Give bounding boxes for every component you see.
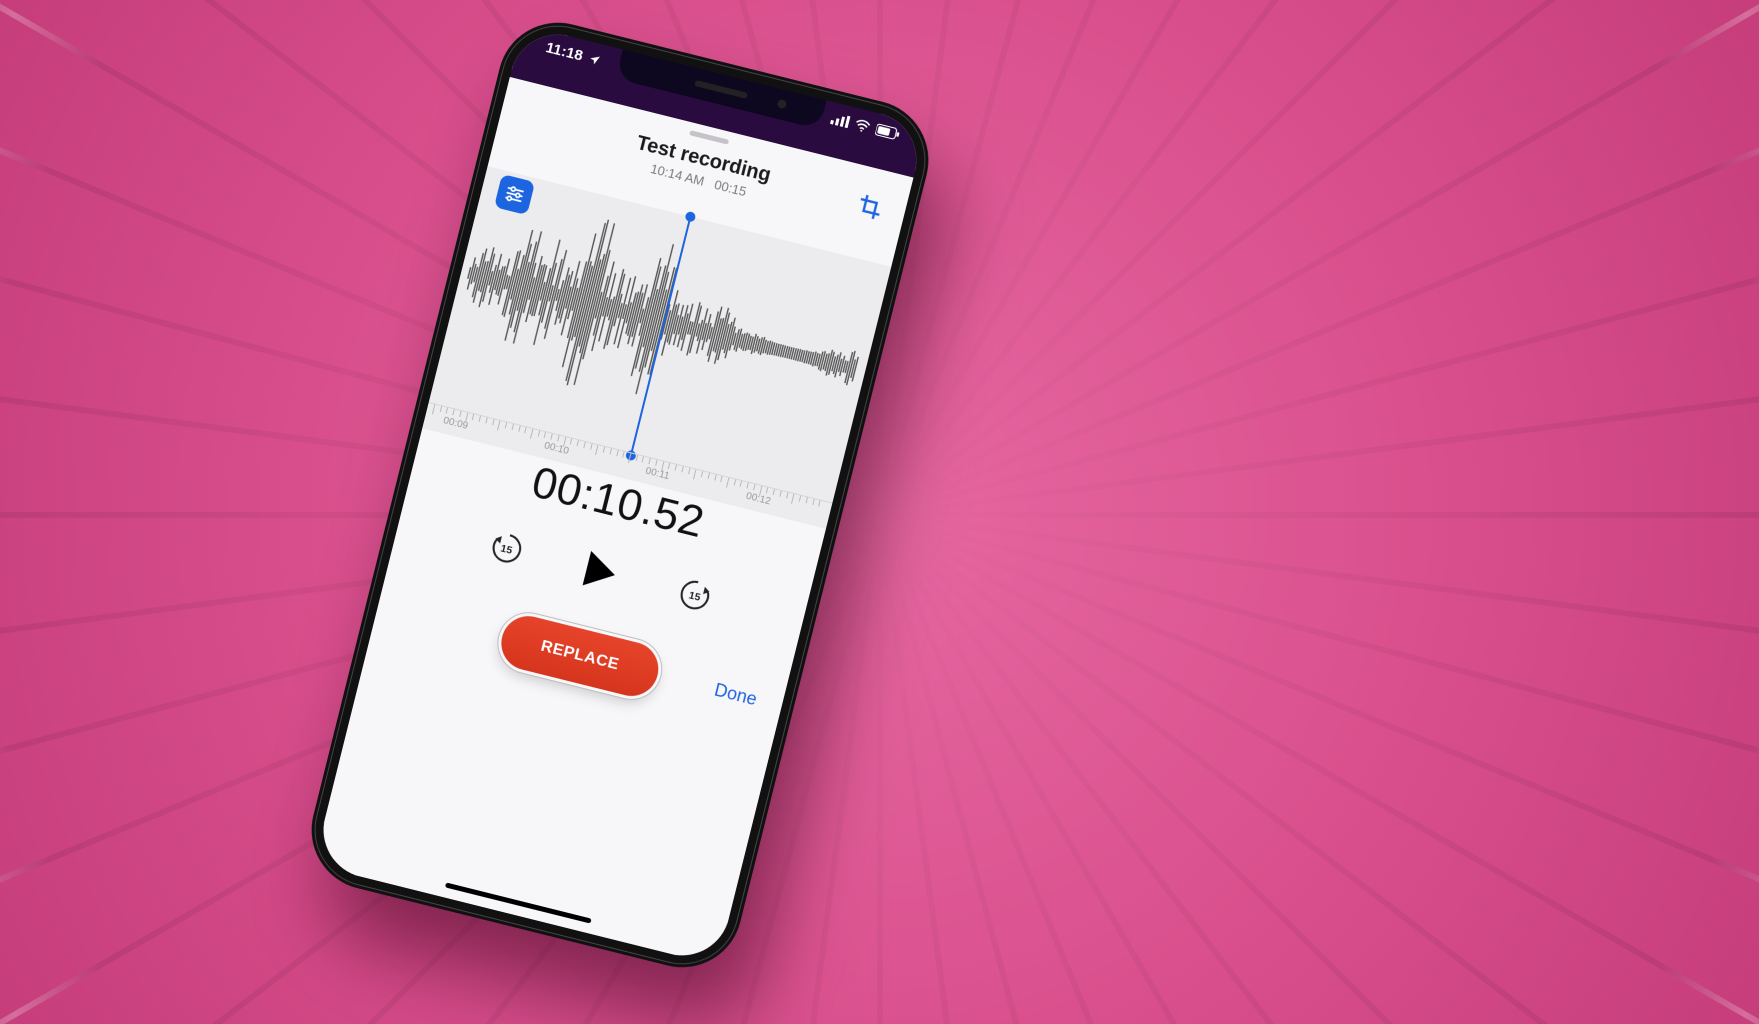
- skip-back-15-icon: 15: [484, 525, 530, 571]
- replace-button[interactable]: REPLACE: [496, 611, 664, 702]
- editor-sheet: Test recording 10:14 AM 00:15 00:: [313, 77, 913, 966]
- battery-icon: [875, 123, 901, 140]
- home-indicator[interactable]: [445, 882, 592, 923]
- skip-forward-button[interactable]: 15: [672, 572, 718, 618]
- svg-text:15: 15: [499, 544, 513, 558]
- play-button[interactable]: [574, 545, 627, 598]
- sheet-grabber[interactable]: [689, 130, 729, 145]
- status-right-icons: [830, 112, 901, 141]
- sliders-icon: [502, 182, 526, 206]
- wifi-icon: [853, 118, 871, 134]
- location-icon: [587, 52, 602, 67]
- skip-back-button[interactable]: 15: [484, 525, 530, 571]
- iphone-device: 11:18 Test recording 10:1: [299, 10, 941, 980]
- skip-forward-15-icon: 15: [672, 572, 718, 618]
- svg-text:15: 15: [687, 591, 701, 605]
- ruler-label: 00:10: [543, 440, 570, 457]
- play-icon: [580, 548, 623, 595]
- photo-background: (function(){ var host=document.currentSc…: [0, 0, 1759, 1024]
- ruler-label: 00:11: [644, 466, 670, 483]
- signal-icon: [830, 112, 850, 128]
- clock-text: 11:18: [544, 39, 585, 65]
- done-button[interactable]: Done: [712, 680, 759, 711]
- status-time: 11:18: [544, 39, 602, 69]
